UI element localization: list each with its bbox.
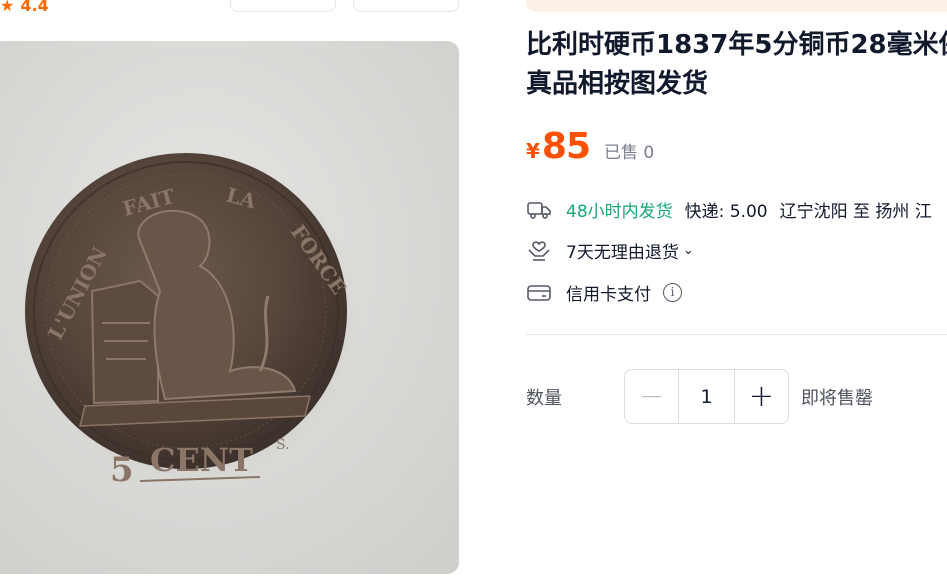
coin-photo: L'UNION FAIT LA FORCE 5 CENT S. xyxy=(0,41,459,574)
svg-text:CENT: CENT xyxy=(150,441,253,479)
info-icon[interactable]: i xyxy=(663,283,682,302)
returns-label: 7天无理由退货 xyxy=(566,243,679,263)
stock-status: 即将售罄 xyxy=(801,388,873,409)
svg-text:S.: S. xyxy=(276,437,290,453)
promo-banner xyxy=(526,0,947,12)
quantity-label: 数量 xyxy=(526,388,562,409)
quantity-input[interactable]: 1 xyxy=(679,370,734,423)
quantity-stepper: − 1 + xyxy=(624,369,789,424)
ship-time: 48小时内发货 xyxy=(566,202,673,222)
payment-label: 信用卡支付 xyxy=(566,285,651,305)
rating-value: 4.4 xyxy=(20,0,49,15)
ship-fee: 快递: 5.00 xyxy=(684,202,768,222)
sold-count: 已售 0 xyxy=(604,143,655,163)
price-value: 85 xyxy=(541,126,591,167)
action-button[interactable] xyxy=(353,0,459,12)
product-image[interactable]: L'UNION FAIT LA FORCE 5 CENT S. xyxy=(0,41,459,574)
truck-icon xyxy=(526,198,552,222)
returns-row[interactable]: 7天无理由退货 ⌄ xyxy=(526,238,694,263)
payment-row: 信用卡支付 i xyxy=(526,280,682,305)
star-icon: ★ xyxy=(0,0,15,15)
hands-heart-icon xyxy=(526,239,552,263)
product-title: 比利时硬币1837年5分铜币28毫米保真品相按图发货 xyxy=(526,30,947,99)
action-button[interactable] xyxy=(230,0,336,12)
ship-route: 辽宁沈阳 至 扬州 江 xyxy=(779,202,932,222)
shipping-row: 48小时内发货 快递: 5.00 辽宁沈阳 至 扬州 江 xyxy=(526,197,932,222)
price-row: ¥ 85 已售 0 xyxy=(526,126,654,167)
currency-symbol: ¥ xyxy=(526,139,540,163)
svg-text:5: 5 xyxy=(110,450,134,490)
credit-card-icon xyxy=(526,281,552,305)
increase-button[interactable]: + xyxy=(734,370,788,423)
decrease-button[interactable]: − xyxy=(625,370,679,423)
divider xyxy=(526,334,947,335)
rating: ★ 4.4 xyxy=(0,0,49,15)
chevron-down-icon: ⌄ xyxy=(682,243,694,258)
